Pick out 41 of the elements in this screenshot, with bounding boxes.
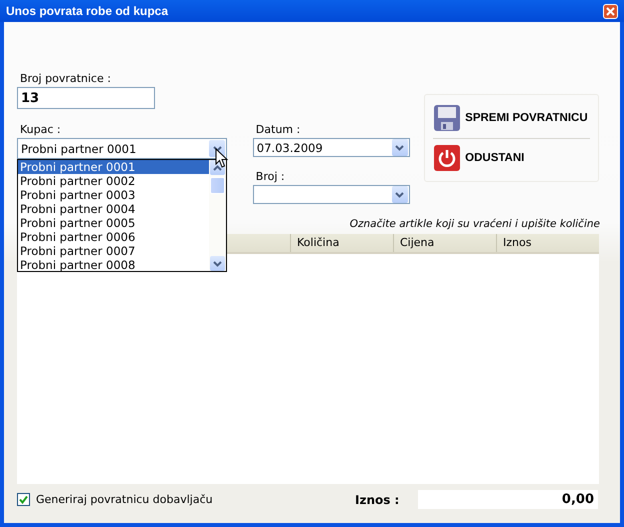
close-button[interactable]	[603, 4, 618, 18]
dropdown-button[interactable]	[392, 186, 408, 203]
scroll-thumb[interactable]	[210, 177, 225, 194]
column-header[interactable]: Cijena	[393, 234, 496, 252]
dropdown-option[interactable]: Probni partner 0007	[18, 244, 209, 258]
field-label: Broj povratnice :	[20, 71, 112, 87]
field-label: Kupac :	[20, 122, 62, 138]
text-field[interactable]: 13	[17, 87, 155, 109]
action-button[interactable]: ODUSTANI	[433, 140, 590, 175]
dropdown-field[interactable]: Probni partner 0001	[17, 138, 227, 159]
column-header[interactable]: Količina	[290, 234, 393, 252]
dropdown-option[interactable]: Probni partner 0006	[18, 230, 209, 244]
column-header[interactable]: Iznos	[496, 234, 599, 252]
dropdown-option[interactable]: Probni partner 0003	[18, 188, 209, 202]
instruction-text: Označite artikle koji su vraćeni i upišite količine	[350, 217, 600, 232]
total-value: 0,00	[418, 490, 598, 509]
dropdown-option[interactable]: Probni partner 0004	[18, 202, 209, 216]
total-label: Iznos :	[355, 492, 400, 506]
action-button[interactable]: SPREMI POVRATNICU	[433, 101, 590, 136]
dropdown-option[interactable]: Probni partner 0001	[18, 160, 209, 174]
chevron-down-icon	[213, 260, 222, 266]
dropdown-field[interactable]: 07.03.2009	[252, 138, 410, 157]
dropdown-field[interactable]	[252, 185, 410, 204]
power-icon	[433, 144, 462, 172]
chevron-down-icon	[395, 192, 404, 198]
dropdown-option[interactable]: Probni partner 0005	[18, 216, 209, 230]
dropdown-button[interactable]	[392, 139, 408, 156]
window-title: Unos povrata robe od kupca	[6, 4, 168, 18]
field-label: Datum :	[256, 122, 302, 138]
dropdown-option[interactable]: Probni partner 0002	[18, 174, 209, 188]
field-label: Broj :	[256, 169, 286, 185]
close-icon	[606, 6, 615, 16]
chevron-down-icon	[395, 144, 404, 150]
dropdown-option[interactable]: Probni partner 0008	[18, 258, 209, 272]
checkmark-icon	[19, 495, 28, 504]
scrollbar[interactable]	[209, 160, 226, 271]
checkbox-label: Generiraj povratnicu dobavljaču	[36, 493, 213, 506]
chevron-up-icon	[213, 164, 222, 170]
checkbox[interactable]	[17, 493, 30, 506]
scroll-down-button[interactable]	[210, 256, 225, 271]
chevron-down-icon	[212, 146, 222, 152]
